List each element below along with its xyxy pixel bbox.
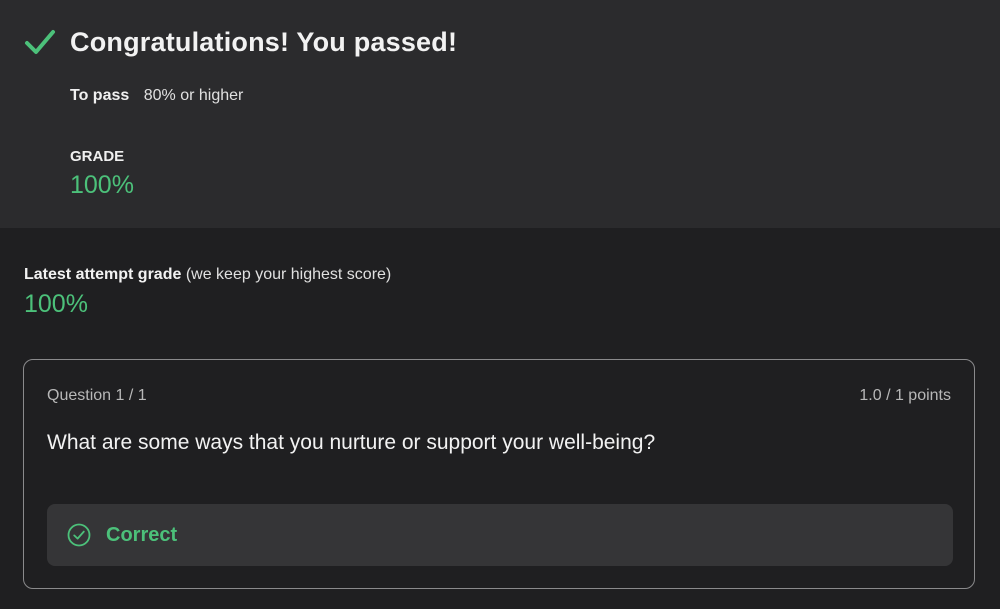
- pass-header: Congratulations! You passed!: [24, 26, 457, 58]
- question-points: 1.0 / 1 points: [859, 387, 951, 404]
- answer-result-label: Correct: [106, 523, 178, 546]
- checkmark-icon: [24, 26, 56, 58]
- result-summary-panel: Congratulations! You passed! To pass 80%…: [0, 0, 1000, 228]
- question-number: Question 1 / 1: [47, 387, 147, 404]
- question-card: Question 1 / 1 1.0 / 1 points What are s…: [23, 359, 975, 589]
- latest-attempt-note: (we keep your highest score): [185, 266, 392, 283]
- to-pass-requirement: To pass 80% or higher: [70, 87, 243, 105]
- latest-attempt-line: Latest attempt grade (we keep your highe…: [24, 266, 391, 284]
- latest-attempt-grade: 100%: [24, 290, 88, 318]
- answer-result-box: Correct: [47, 504, 953, 566]
- to-pass-label: To pass: [70, 87, 130, 104]
- pass-title: Congratulations! You passed!: [70, 26, 458, 57]
- to-pass-value: 80% or higher: [143, 87, 244, 104]
- grade-value: 100%: [70, 171, 134, 199]
- question-text: What are some ways that you nurture or s…: [47, 431, 656, 454]
- grade-label: GRADE: [70, 148, 125, 165]
- latest-attempt-label: Latest attempt grade: [24, 266, 182, 283]
- check-circle-icon: [67, 523, 91, 547]
